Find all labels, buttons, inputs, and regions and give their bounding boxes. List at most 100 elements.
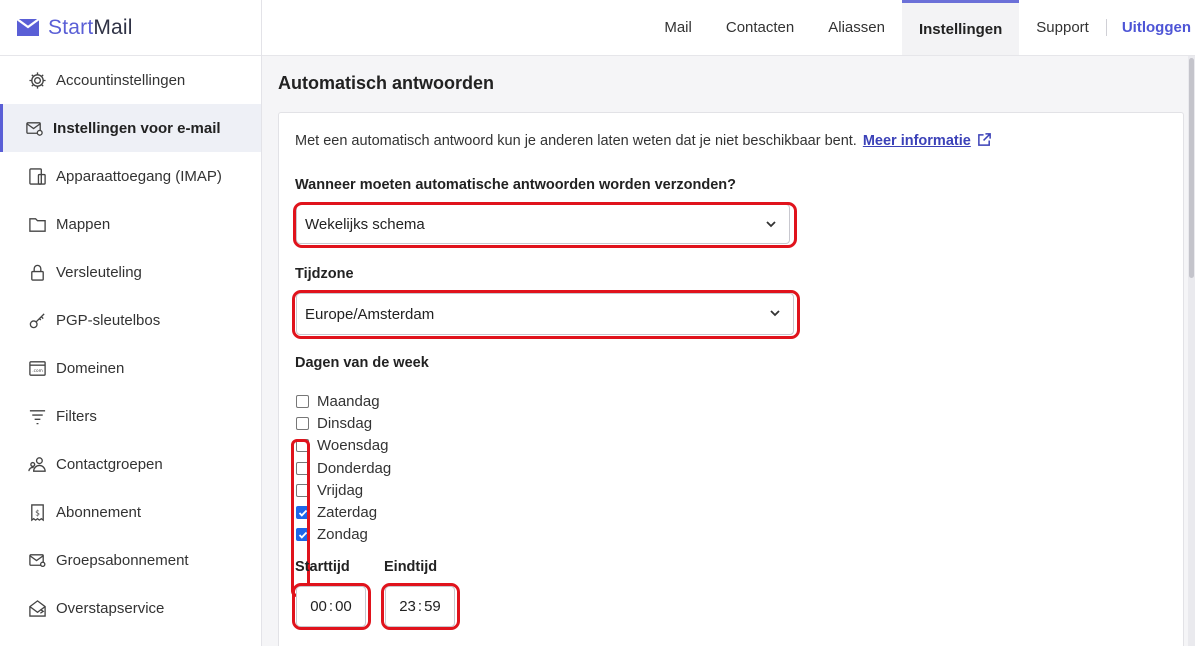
intro-text-body: Met een automatisch antwoord kun je ande… xyxy=(295,133,857,149)
transfer-icon xyxy=(27,598,47,618)
envelope-logo-icon xyxy=(17,19,39,36)
day-label: Maandag xyxy=(317,392,380,410)
day-woensdag[interactable]: Woensdag xyxy=(296,435,391,457)
chevron-down-icon xyxy=(770,310,780,317)
days-list: Maandag Dinsdag Woensdag Donderdag Vrijd… xyxy=(296,390,391,546)
sidebar-item-email-settings[interactable]: Instellingen voor e-mail xyxy=(0,104,261,152)
day-zaterdag[interactable]: Zaterdag xyxy=(296,501,391,523)
timezone-select[interactable]: Europe/Amsterdam xyxy=(296,293,794,335)
group-mail-icon xyxy=(27,550,47,570)
end-minutes: 59 xyxy=(424,598,441,615)
sidebar-item-label: Mappen xyxy=(56,215,111,233)
checkmark-icon xyxy=(298,531,307,539)
day-label: Zondag xyxy=(317,526,368,544)
sidebar: StartMail Accountinstellingen Instelling… xyxy=(0,0,262,646)
svg-text:.com: .com xyxy=(32,368,42,373)
start-minutes: 00 xyxy=(335,598,352,615)
receipt-icon: $ xyxy=(27,502,47,522)
sidebar-item-label: Accountinstellingen xyxy=(56,71,186,89)
chevron-down-icon xyxy=(766,221,776,228)
sidebar-item-abonnement[interactable]: $ Abonnement xyxy=(0,488,261,536)
sidebar-item-label: Apparaattoegang (IMAP) xyxy=(56,167,222,185)
folder-icon xyxy=(27,214,47,234)
schedule-select-value: Wekelijks schema xyxy=(305,215,425,233)
sidebar-item-label: PGP-sleutelbos xyxy=(56,311,161,329)
sidebar-item-label: Overstapservice xyxy=(56,599,165,617)
more-info-link[interactable]: Meer informatie xyxy=(863,133,971,149)
day-maandag[interactable]: Maandag xyxy=(296,390,391,412)
domain-icon: .com xyxy=(27,358,47,378)
time-separator: : xyxy=(328,598,334,615)
scrollbar-thumb[interactable] xyxy=(1189,58,1194,278)
checkmark-icon xyxy=(298,509,307,517)
lock-icon xyxy=(27,262,47,282)
logo-text-mail: Mail xyxy=(93,15,133,39)
sidebar-item-label: Filters xyxy=(56,407,97,425)
tab-contacten[interactable]: Contacten xyxy=(709,0,811,55)
timezone-select-value: Europe/Amsterdam xyxy=(305,305,435,323)
time-separator: : xyxy=(417,598,423,615)
sidebar-item-label: Instellingen voor e-mail xyxy=(53,119,221,137)
tab-aliassen[interactable]: Aliassen xyxy=(811,0,902,55)
day-label: Dinsdag xyxy=(317,414,373,432)
logout-link[interactable]: Uitloggen xyxy=(1107,0,1195,55)
day-checkbox[interactable] xyxy=(296,416,309,430)
intro-text: Met een automatisch antwoord kun je ande… xyxy=(295,132,992,149)
day-label: Donderdag xyxy=(317,459,392,477)
end-time-input[interactable]: 23:59 xyxy=(385,586,455,627)
end-time-label: Eindtijd xyxy=(384,559,438,575)
sidebar-item-accountinstellingen[interactable]: Accountinstellingen xyxy=(0,56,261,104)
day-checkbox[interactable] xyxy=(296,483,309,497)
sidebar-item-pgp[interactable]: PGP-sleutelbos xyxy=(0,296,261,344)
top-nav: Mail Contacten Aliassen Instellingen Sup… xyxy=(262,0,1195,56)
sidebar-item-imap[interactable]: Apparaattoegang (IMAP) xyxy=(0,152,261,200)
day-checkbox-checked[interactable] xyxy=(296,528,309,542)
day-checkbox-checked[interactable] xyxy=(296,506,309,520)
tab-support[interactable]: Support xyxy=(1019,0,1106,55)
sidebar-item-label: Versleuteling xyxy=(56,263,142,281)
end-hours: 23 xyxy=(399,598,416,615)
sidebar-item-versleuteling[interactable]: Versleuteling xyxy=(0,248,261,296)
day-dinsdag[interactable]: Dinsdag xyxy=(296,412,391,434)
logo-text: StartMail xyxy=(48,16,133,40)
sidebar-item-overstapservice[interactable]: Overstapservice xyxy=(0,584,261,632)
sidebar-item-label: Abonnement xyxy=(56,503,142,521)
timezone-label: Tijdzone xyxy=(295,266,354,282)
filter-icon xyxy=(27,406,47,426)
sidebar-item-filters[interactable]: Filters xyxy=(0,392,261,440)
sidebar-item-mappen[interactable]: Mappen xyxy=(0,200,261,248)
svg-text:$: $ xyxy=(35,508,40,517)
sidebar-item-domeinen[interactable]: .com Domeinen xyxy=(0,344,261,392)
day-label: Vrijdag xyxy=(317,481,364,499)
sidebar-item-label: Groepsabonnement xyxy=(56,551,189,569)
day-donderdag[interactable]: Donderdag xyxy=(296,457,391,479)
schedule-select[interactable]: Wekelijks schema xyxy=(296,204,790,244)
tab-mail[interactable]: Mail xyxy=(647,0,709,55)
logo-text-start: Start xyxy=(48,15,94,39)
device-icon xyxy=(27,166,47,186)
start-time-input[interactable]: 00:00 xyxy=(296,586,366,627)
gear-icon xyxy=(27,70,47,90)
day-vrijdag[interactable]: Vrijdag xyxy=(296,479,391,501)
sidebar-item-contactgroepen[interactable]: Contactgroepen xyxy=(0,440,261,488)
key-icon xyxy=(27,310,47,330)
mail-settings-icon xyxy=(24,118,44,138)
main-content: Automatisch antwoorden Met een automatis… xyxy=(262,56,1195,646)
sidebar-item-groepsabonnement[interactable]: Groepsabonnement xyxy=(0,536,261,584)
page-title: Automatisch antwoorden xyxy=(278,73,495,93)
start-hours: 00 xyxy=(310,598,327,615)
logo[interactable]: StartMail xyxy=(0,0,261,56)
day-zondag[interactable]: Zondag xyxy=(296,524,391,546)
day-checkbox[interactable] xyxy=(296,394,309,408)
day-checkbox[interactable] xyxy=(296,461,309,475)
day-label: Zaterdag xyxy=(317,504,378,522)
tab-instellingen[interactable]: Instellingen xyxy=(901,0,1020,55)
start-time-label: Starttijd xyxy=(295,559,350,575)
contact-groups-icon xyxy=(27,454,47,474)
external-link-icon[interactable] xyxy=(977,132,992,147)
sidebar-item-label: Domeinen xyxy=(56,359,125,377)
days-label: Dagen van de week xyxy=(295,355,429,371)
day-checkbox[interactable] xyxy=(296,439,309,453)
when-label: Wanneer moeten automatische antwoorden w… xyxy=(295,177,736,193)
auto-reply-card: Met een automatisch antwoord kun je ande… xyxy=(278,112,1184,646)
